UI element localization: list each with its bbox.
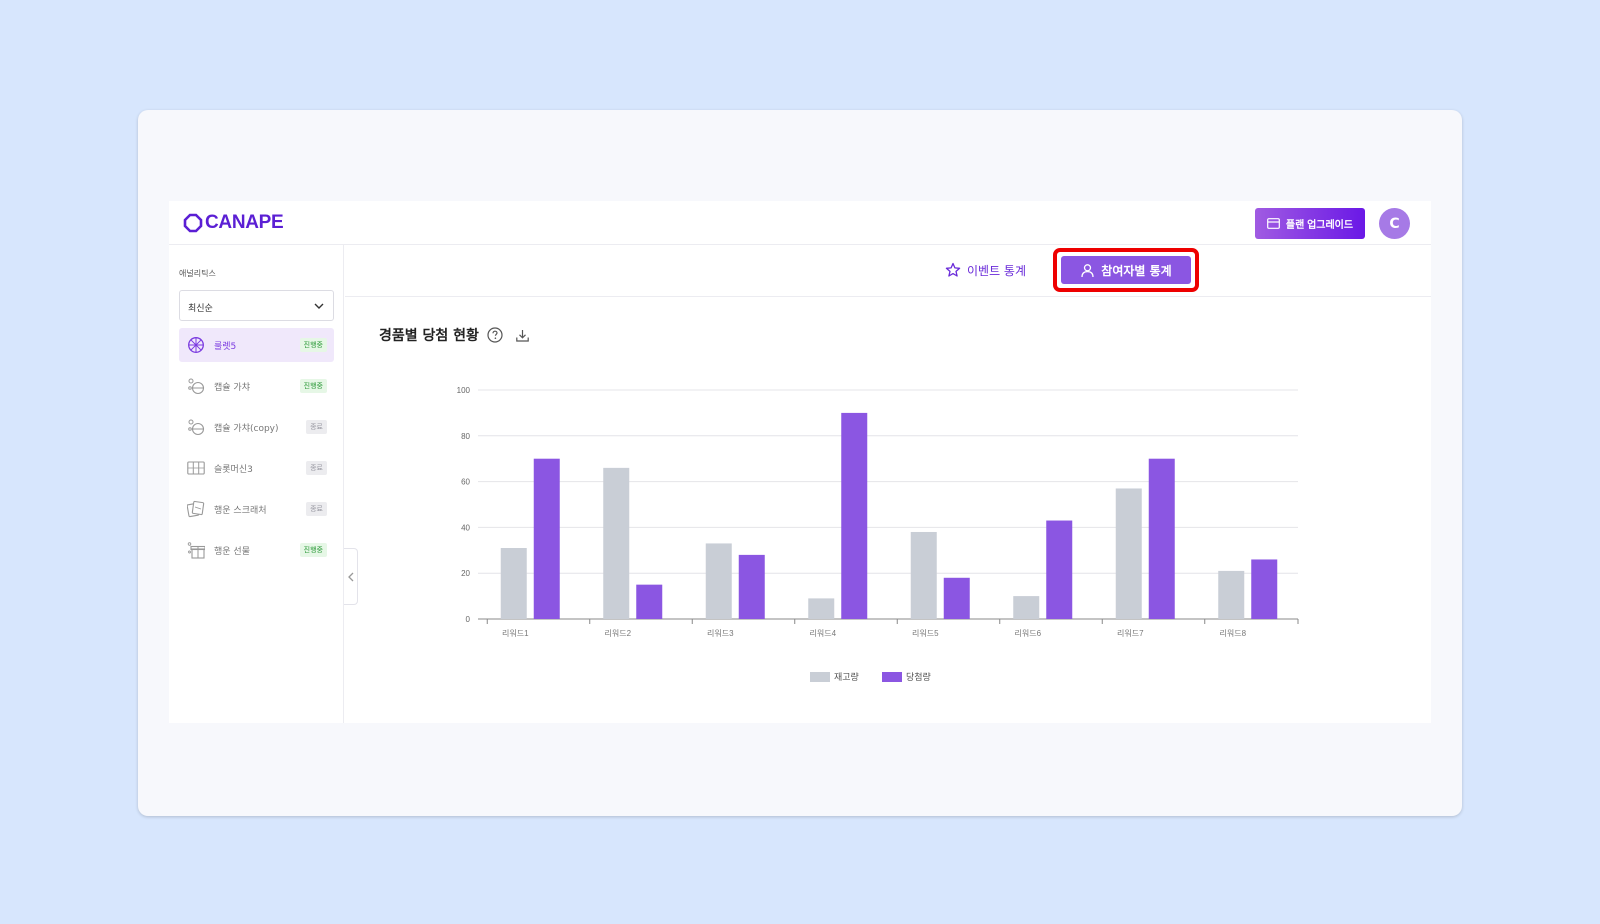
bar-wins: [1251, 559, 1278, 619]
x-tick-label: 리워드7: [1117, 629, 1144, 638]
app-window: CANAPE 플랜 업그레이드 C 애널리틱스 최신순 룰렛5 진행중 캡슐 가…: [169, 201, 1431, 723]
legend-swatch: [882, 672, 902, 682]
bar-stock: [808, 598, 835, 619]
bar-stock: [705, 543, 732, 619]
y-tick-label: 20: [461, 569, 470, 578]
bar-stock: [1013, 596, 1040, 619]
y-tick-label: 100: [457, 386, 471, 395]
bar-wins: [841, 412, 868, 619]
bar-stock: [910, 531, 937, 619]
x-tick-label: 리워드6: [1014, 629, 1041, 638]
x-tick-label: 리워드2: [604, 629, 631, 638]
x-tick-label: 리워드8: [1219, 629, 1246, 638]
bar-stock: [1115, 488, 1142, 619]
y-tick-label: 60: [461, 478, 470, 487]
y-tick-label: 40: [461, 523, 470, 532]
bar-wins: [1046, 520, 1073, 619]
x-tick-label: 리워드5: [912, 629, 939, 638]
y-tick-label: 0: [466, 615, 471, 624]
legend-swatch: [810, 672, 830, 682]
bar-wins: [1148, 458, 1175, 619]
legend-label: 재고량: [834, 671, 859, 682]
x-tick-label: 리워드1: [502, 629, 529, 638]
bar-stock: [500, 548, 527, 619]
x-tick-label: 리워드4: [809, 629, 836, 638]
bar-wins: [533, 458, 560, 619]
bar-wins: [636, 584, 663, 619]
bar-wins: [943, 577, 970, 619]
legend-label: 당첨량: [906, 671, 931, 682]
bar-stock: [603, 467, 630, 619]
x-tick-label: 리워드3: [707, 629, 734, 638]
bar-wins: [738, 554, 765, 619]
y-tick-label: 80: [461, 432, 470, 441]
bar-stock: [1218, 570, 1245, 619]
chart: 0 20 40 60 80 100 리워드1 리워드2 리워드3 리워드4 리워드5 리워드6 리워드7…: [457, 386, 1299, 682]
